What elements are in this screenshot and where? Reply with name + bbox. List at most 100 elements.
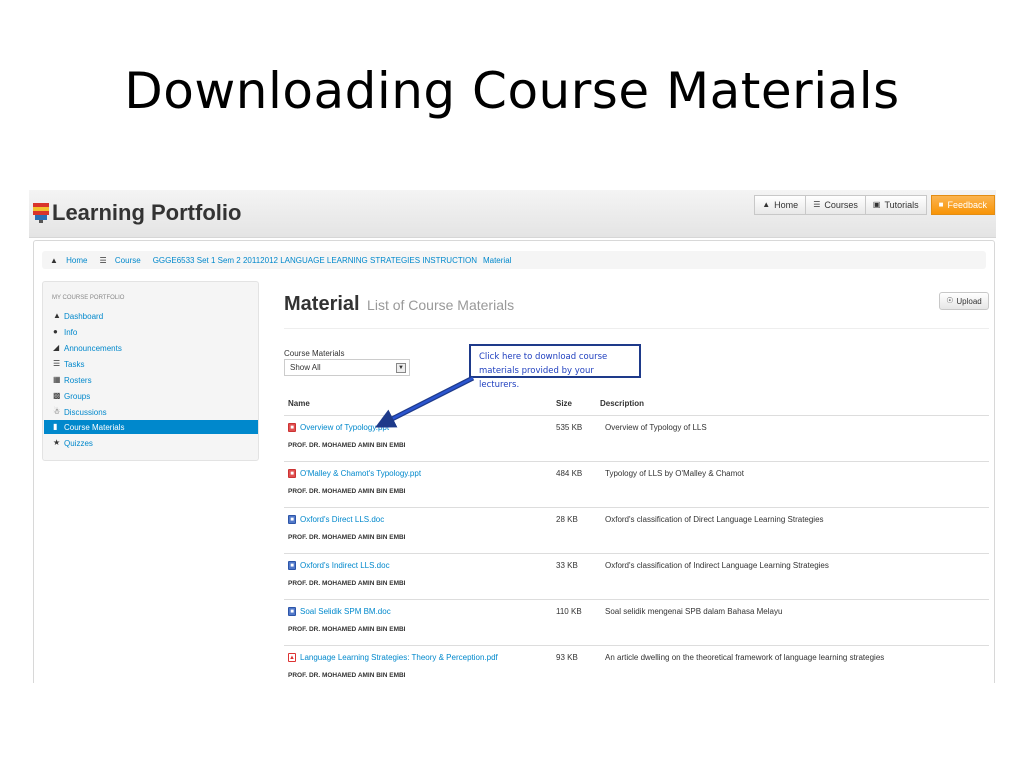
comment-icon: ■ (938, 200, 944, 209)
breadcrumb-home-label: Home (66, 255, 88, 265)
home-icon: ▲ (50, 255, 58, 265)
callout-annotation: Click here to download course materials … (469, 344, 641, 390)
sidebar-item-dashboard[interactable]: ▲ Dashboard (44, 309, 258, 323)
breadcrumb-course-name[interactable]: GGGE6533 Set 1 Sem 2 20112012 LANGUAGE L… (153, 256, 477, 265)
column-header-name: Name (288, 399, 310, 408)
star-icon: ★ (53, 438, 61, 447)
upload-label: Upload (956, 296, 982, 306)
table-row: ■ Oxford's Indirect LLS.doc PROF. DR. MO… (284, 553, 989, 599)
brand[interactable]: Learning Portfolio (33, 198, 241, 228)
sidebar-item-quizzes[interactable]: ★ Quizzes (44, 436, 258, 450)
list-icon: ☰ (53, 359, 61, 368)
user-icon: ☃ (53, 407, 61, 416)
nav-tutorials-label: Tutorials (884, 200, 919, 210)
file-description: Soal selidik mengenai SPB dalam Bahasa M… (605, 607, 783, 616)
powerpoint-file-icon: ■ (288, 469, 296, 478)
file-author: PROF. DR. MOHAMED AMIN BIN EMBI (288, 442, 406, 449)
sidebar-item-discussions[interactable]: ☃ Discussions (44, 405, 258, 419)
file-author: PROF. DR. MOHAMED AMIN BIN EMBI (288, 626, 406, 633)
sidebar-item-course-materials[interactable]: ▮ Course Materials (44, 420, 258, 434)
sidebar-item-announcements[interactable]: ◢ Announcements (44, 341, 258, 355)
upload-button[interactable]: ☉ Upload (939, 292, 989, 310)
page-title: Material List of Course Materials (284, 293, 514, 316)
file-author: PROF. DR. MOHAMED AMIN BIN EMBI (288, 580, 406, 587)
file-description: Overview of Typology of LLS (605, 423, 707, 432)
breadcrumb: ▲ Home ☰ Course GGGE6533 Set 1 Sem 2 201… (42, 251, 986, 269)
file-link[interactable]: Soal Selidik SPM BM.doc (300, 607, 391, 616)
chevron-down-icon: ▼ (396, 363, 406, 373)
nav-feedback-label: Feedback (947, 200, 987, 210)
signal-icon: ◢ (53, 343, 60, 352)
brand-name: Learning Portfolio (52, 200, 242, 225)
file-size: 33 KB (556, 561, 578, 570)
table-row: ■ Oxford's Direct LLS.doc PROF. DR. MOHA… (284, 507, 989, 553)
content-panel: ▲ Home ☰ Course GGGE6533 Set 1 Sem 2 201… (33, 240, 995, 683)
column-header-size: Size (556, 399, 573, 408)
grid-icon: ▩ (53, 391, 61, 400)
info-icon: ● (53, 327, 58, 336)
pdf-file-icon: ▲ (288, 653, 296, 662)
file-size: 535 KB (556, 423, 583, 432)
file-link[interactable]: Oxford's Indirect LLS.doc (300, 561, 390, 570)
sidebar-item-info[interactable]: ● Info (44, 325, 258, 339)
word-file-icon: ■ (288, 561, 296, 570)
word-file-icon: ■ (288, 607, 296, 616)
home-icon: ▲ (53, 311, 61, 320)
file-description: Oxford's classification of Indirect Lang… (605, 561, 829, 570)
table-row: ■ O'Malley & Chamot's Typology.ppt PROF.… (284, 461, 989, 507)
breadcrumb-course[interactable]: ☰ Course (100, 256, 147, 265)
nav-feedback-button[interactable]: ■ Feedback (930, 195, 995, 215)
sidebar-item-label: Quizzes (64, 438, 93, 448)
materials-filter-select[interactable]: Show All ▼ (284, 359, 410, 376)
sidebar-header: MY COURSE PORTFOLIO (52, 295, 125, 301)
file-description: Typology of LLS by O'Malley & Chamot (605, 469, 744, 478)
sidebar-item-label: Rosters (64, 375, 92, 385)
sidebar-item-rosters[interactable]: ▦ Rosters (44, 373, 258, 387)
table-row: ■ Soal Selidik SPM BM.doc PROF. DR. MOHA… (284, 599, 989, 645)
sidebar-item-label: Info (64, 327, 78, 337)
sidebar-item-tasks[interactable]: ☰ Tasks (44, 357, 258, 371)
nav-home-label: Home (774, 200, 799, 210)
file-link[interactable]: Oxford's Direct LLS.doc (300, 515, 384, 524)
file-description: Oxford's classification of Direct Langua… (605, 515, 824, 524)
sidebar-item-label: Dashboard (64, 311, 104, 321)
top-navbar: Learning Portfolio ▲ Home ☰ Courses ▣ Tu… (29, 190, 996, 238)
file-icon: ▮ (53, 422, 58, 431)
sidebar-item-label: Announcements (64, 343, 122, 353)
heading-divider (284, 328, 989, 329)
file-author: PROF. DR. MOHAMED AMIN BIN EMBI (288, 488, 406, 495)
logo-icon (33, 203, 49, 223)
file-author: PROF. DR. MOHAMED AMIN BIN EMBI (288, 672, 406, 679)
table-row: ■ Overview of Typology.ppt PROF. DR. MOH… (284, 415, 989, 461)
file-size: 110 KB (556, 607, 582, 616)
app-screenshot: Learning Portfolio ▲ Home ☰ Courses ▣ Tu… (29, 190, 996, 683)
file-size: 93 KB (556, 653, 578, 662)
file-size: 484 KB (556, 469, 583, 478)
sidebar-item-label: Groups (64, 391, 91, 401)
file-author: PROF. DR. MOHAMED AMIN BIN EMBI (288, 534, 406, 541)
upload-icon: ☉ (946, 296, 954, 305)
filter-label: Course Materials (284, 349, 345, 358)
file-link[interactable]: Language Learning Strategies: Theory & P… (300, 653, 498, 662)
breadcrumb-current[interactable]: Material (483, 256, 511, 265)
book-icon: ▣ (872, 200, 881, 209)
table-row: ▲ Language Learning Strategies: Theory &… (284, 645, 989, 683)
nav-courses-label: Courses (824, 200, 858, 210)
file-size: 28 KB (556, 515, 578, 524)
list-icon: ☰ (99, 255, 107, 265)
sidebar-item-groups[interactable]: ▩ Groups (44, 389, 258, 403)
nav-home-button[interactable]: ▲ Home (754, 195, 807, 215)
page-heading: Material (284, 293, 360, 315)
nav-courses-button[interactable]: ☰ Courses (805, 195, 866, 215)
sidebar-item-label: Course Materials (64, 422, 125, 432)
file-link[interactable]: Overview of Typology.ppt (300, 423, 389, 432)
filter-selected-value: Show All (290, 363, 321, 372)
file-link[interactable]: O'Malley & Chamot's Typology.ppt (300, 469, 421, 478)
slide-title: Downloading Course Materials (124, 62, 900, 120)
list-icon: ☰ (813, 200, 821, 209)
nav-tutorials-button[interactable]: ▣ Tutorials (864, 195, 927, 215)
sidebar-item-label: Discussions (64, 407, 107, 417)
breadcrumb-course-label: Course (114, 255, 141, 265)
breadcrumb-home[interactable]: ▲ Home (50, 256, 94, 265)
column-header-description: Description (600, 399, 645, 408)
